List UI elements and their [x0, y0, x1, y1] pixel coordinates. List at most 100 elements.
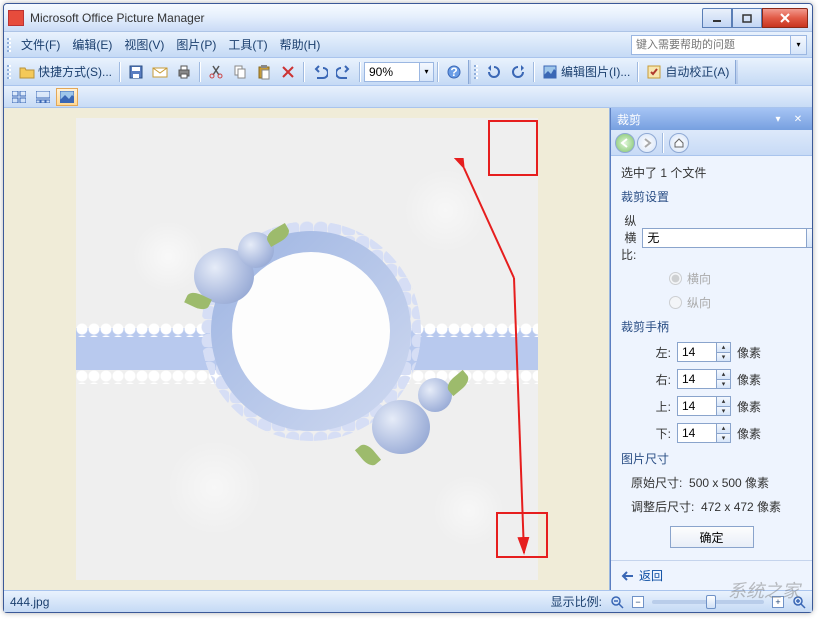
toolbar-handle[interactable] [7, 63, 12, 81]
task-pane-close-button[interactable]: ✕ [790, 111, 806, 127]
spin-down[interactable]: ▾ [717, 379, 731, 389]
original-size-value: 500 x 500 像素 [689, 476, 769, 490]
nav-forward-button[interactable] [637, 133, 657, 153]
paste-button[interactable] [252, 61, 276, 83]
task-pane-header: 裁剪 ▾ ✕ [611, 108, 812, 130]
rotate-right-icon [510, 64, 526, 80]
copy-icon [232, 64, 248, 80]
maximize-button[interactable] [732, 8, 762, 28]
redo-icon [336, 64, 352, 80]
nav-back-button[interactable] [615, 133, 635, 153]
spin-down[interactable]: ▾ [717, 352, 731, 362]
crop-settings-header: 裁剪设置 [621, 188, 802, 205]
paste-icon [256, 64, 272, 80]
redo-button[interactable] [332, 61, 356, 83]
titlebar: Microsoft Office Picture Manager [4, 4, 812, 32]
help-search-dropdown[interactable]: ▾ [791, 35, 807, 55]
menu-help[interactable]: 帮助(H) [274, 33, 327, 56]
nav-home-button[interactable] [669, 133, 689, 153]
selected-files-text: 选中了 1 个文件 [621, 164, 802, 181]
task-pane: 裁剪 ▾ ✕ 选中了 1 个文件 裁剪设置 纵横比: ▾ [610, 108, 812, 590]
picture-size-header: 图片尺寸 [621, 450, 802, 467]
watermark: 系统之家 [728, 577, 800, 603]
toolbar-handle[interactable] [474, 63, 479, 81]
app-icon [8, 10, 24, 26]
aspect-ratio-dropdown[interactable]: ▾ [807, 228, 812, 248]
back-arrow-icon [621, 569, 635, 583]
crop-top-input[interactable] [677, 396, 717, 416]
zoom-slider-thumb[interactable] [706, 595, 716, 609]
spin-down[interactable]: ▾ [717, 406, 731, 416]
folder-icon [19, 64, 35, 80]
crop-right-input[interactable] [677, 369, 717, 389]
crop-left-input[interactable] [677, 342, 717, 362]
toolbar-handle[interactable] [7, 36, 12, 54]
minimize-button[interactable] [702, 8, 732, 28]
print-button[interactable] [172, 61, 196, 83]
task-pane-menu-button[interactable]: ▾ [770, 111, 786, 127]
delete-button[interactable] [276, 61, 300, 83]
menu-picture[interactable]: 图片(P) [170, 33, 222, 56]
save-icon [128, 64, 144, 80]
mail-icon [152, 64, 168, 80]
ok-button[interactable]: 确定 [670, 526, 754, 548]
svg-text:?: ? [450, 65, 457, 79]
landscape-radio [669, 272, 682, 285]
filename-label: 444.jpg [10, 595, 49, 609]
menu-tools[interactable]: 工具(T) [222, 33, 273, 56]
single-view-button[interactable] [56, 88, 78, 106]
spin-up[interactable]: ▴ [717, 396, 731, 406]
copy-button[interactable] [228, 61, 252, 83]
rotate-right-button[interactable] [506, 61, 530, 83]
spin-down[interactable]: ▾ [717, 433, 731, 443]
app-window: Microsoft Office Picture Manager 文件(F) 编… [3, 3, 813, 613]
close-button[interactable] [762, 8, 808, 28]
resized-size-value: 472 x 472 像素 [701, 500, 781, 514]
menu-edit[interactable]: 编辑(E) [66, 33, 118, 56]
image-canvas[interactable] [4, 108, 610, 590]
cut-button[interactable] [204, 61, 228, 83]
main-toolbar: 快捷方式(S)... ▾ ? 编辑图片(I)... 自 [4, 58, 812, 86]
help-search-input[interactable] [631, 35, 791, 55]
window-title: Microsoft Office Picture Manager [30, 11, 702, 25]
menubar: 文件(F) 编辑(E) 视图(V) 图片(P) 工具(T) 帮助(H) ▾ [4, 32, 812, 58]
aspect-ratio-label: 纵横比: [621, 212, 636, 263]
shortcut-button[interactable]: 快捷方式(S)... [15, 61, 116, 83]
portrait-radio [669, 296, 682, 309]
zoom-label: 显示比例: [551, 593, 602, 610]
zoom-dropdown[interactable]: ▾ [420, 62, 434, 82]
save-button[interactable] [124, 61, 148, 83]
edit-picture-icon [542, 64, 558, 80]
print-icon [176, 64, 192, 80]
spin-up[interactable]: ▴ [717, 342, 731, 352]
zoom-input[interactable] [364, 62, 420, 82]
spin-up[interactable]: ▴ [717, 423, 731, 433]
task-pane-nav [611, 130, 812, 156]
edit-picture-button[interactable]: 编辑图片(I)... [538, 61, 634, 83]
zoom-minus-button[interactable]: − [632, 596, 644, 608]
rotate-left-button[interactable] [482, 61, 506, 83]
annotation-box-1 [488, 120, 538, 176]
filmstrip-view-button[interactable] [32, 88, 54, 106]
auto-correct-button[interactable]: 自动校正(A) [642, 61, 733, 83]
auto-correct-icon [646, 64, 662, 80]
aspect-ratio-select[interactable] [642, 228, 807, 248]
annotation-box-2 [496, 512, 548, 558]
thumbnail-view-button[interactable] [8, 88, 30, 106]
zoom-out-icon[interactable] [610, 595, 624, 609]
menu-file[interactable]: 文件(F) [15, 33, 66, 56]
help-icon: ? [446, 64, 462, 80]
undo-icon [312, 64, 328, 80]
picture-preview [76, 118, 538, 580]
undo-button[interactable] [308, 61, 332, 83]
view-toolbar [4, 86, 812, 108]
menu-view[interactable]: 视图(V) [118, 33, 170, 56]
rotate-left-icon [486, 64, 502, 80]
cut-icon [208, 64, 224, 80]
help-button[interactable]: ? [442, 61, 466, 83]
task-pane-title: 裁剪 [617, 111, 641, 128]
spin-up[interactable]: ▴ [717, 369, 731, 379]
delete-icon [280, 64, 296, 80]
crop-bottom-input[interactable] [677, 423, 717, 443]
mail-button[interactable] [148, 61, 172, 83]
